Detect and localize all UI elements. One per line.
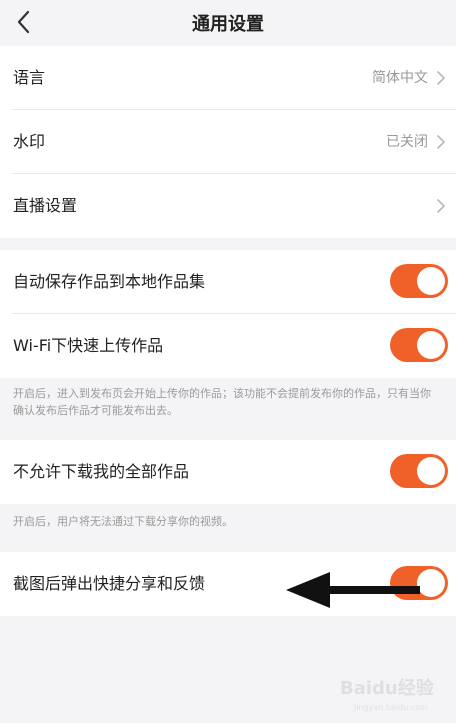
chevron-right-icon <box>437 135 445 149</box>
row-label: 直播设置 <box>13 196 78 215</box>
page-title: 通用设置 <box>192 14 264 35</box>
auto-save-toggle[interactable] <box>390 264 448 298</box>
nav-bar: 通用设置 <box>0 0 456 44</box>
download-note: 开启后，用户将无法通过下载分享你的视频。 <box>13 515 233 528</box>
row-live-settings[interactable]: 直播设置 <box>0 174 456 238</box>
row-auto-save: 自动保存作品到本地作品集 <box>0 250 456 314</box>
row-label: 不允许下载我的全部作品 <box>13 462 190 481</box>
settings-group-download: 不允许下载我的全部作品 <box>0 440 456 504</box>
baidu-watermark-icon: Baidu经验 jingyan.baidu.com <box>340 677 435 712</box>
row-label: 自动保存作品到本地作品集 <box>13 272 206 291</box>
chevron-right-icon <box>437 199 445 213</box>
watermark-text: Baidu经验 <box>340 677 435 699</box>
row-wifi-upload: Wi-Fi下快速上传作品 <box>0 314 456 378</box>
settings-group-general: 语言 简体中文 水印 已关闭 直播设置 <box>0 46 456 238</box>
disallow-download-toggle[interactable] <box>390 454 448 488</box>
settings-group-upload: 自动保存作品到本地作品集 Wi-Fi下快速上传作品 <box>0 250 456 378</box>
row-value: 已关闭 <box>386 134 428 150</box>
toggle-knob <box>417 331 445 359</box>
toggle-knob <box>417 267 445 295</box>
row-label: 语言 <box>13 68 46 87</box>
annotation-arrow-icon <box>286 572 420 608</box>
row-label: Wi-Fi下快速上传作品 <box>13 336 164 355</box>
row-disallow-download: 不允许下载我的全部作品 <box>0 440 456 504</box>
row-language[interactable]: 语言 简体中文 <box>0 46 456 110</box>
upload-note: 开启后，进入到发布页会开始上传你的作品；该功能不会提前发布你的作品，只有当你确认… <box>13 387 431 417</box>
chevron-right-icon <box>437 71 445 85</box>
row-watermark[interactable]: 水印 已关闭 <box>0 110 456 174</box>
row-label: 水印 <box>13 132 46 151</box>
wifi-upload-toggle[interactable] <box>390 328 448 362</box>
toggle-knob <box>417 457 445 485</box>
row-value: 简体中文 <box>372 70 428 86</box>
row-label: 截图后弹出快捷分享和反馈 <box>13 574 206 593</box>
watermark-url: jingyan.baidu.com <box>353 703 428 712</box>
